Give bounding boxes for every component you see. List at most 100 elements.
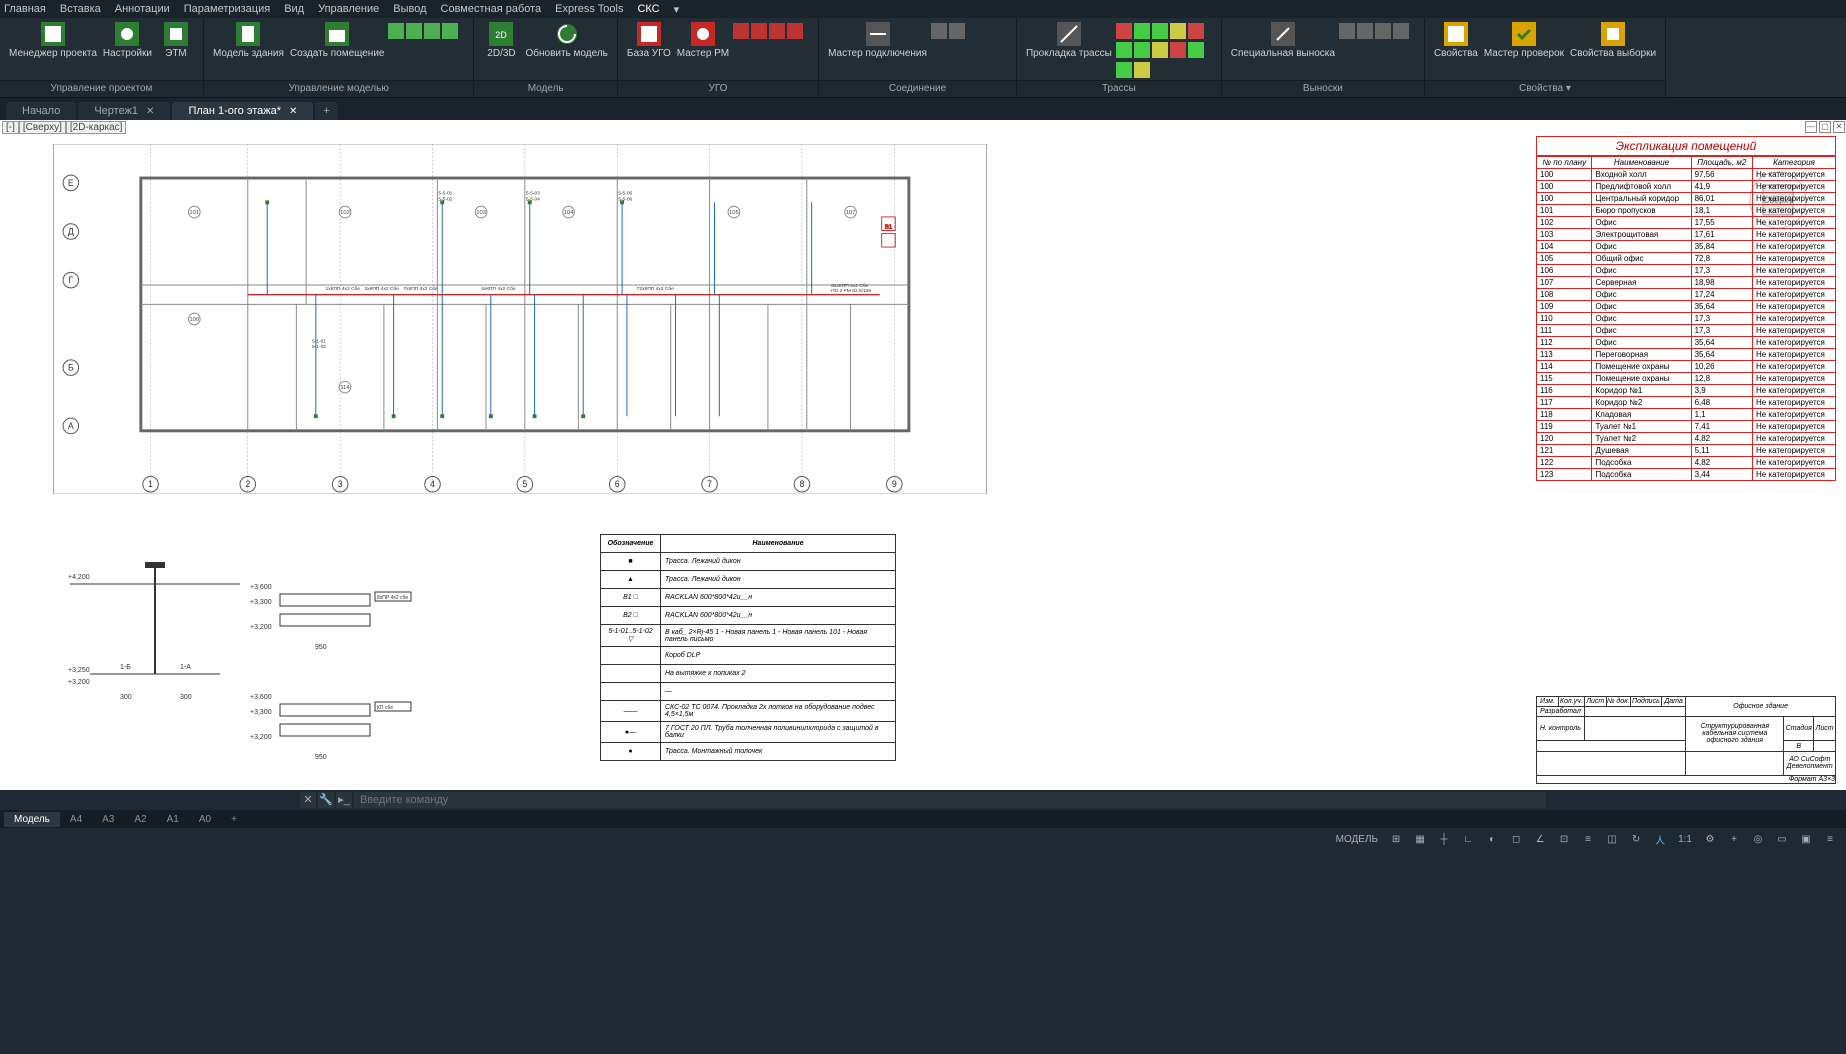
osnap-icon[interactable]: ◻ bbox=[1506, 830, 1526, 848]
table-row: 123Подсобка3,44Не категорируется bbox=[1537, 469, 1836, 481]
svg-text:+3,200: +3,200 bbox=[250, 624, 272, 631]
menu-item[interactable]: Вид bbox=[284, 3, 304, 15]
table-row: 103Электрощитовая17,61Не категорируется bbox=[1537, 229, 1836, 241]
svg-text:А: А bbox=[68, 421, 74, 431]
customize-icon[interactable]: ≡ bbox=[1820, 830, 1840, 848]
settings-button[interactable]: Настройки bbox=[103, 22, 152, 80]
ugo-base-button[interactable]: База УГО bbox=[627, 22, 671, 80]
plus-icon[interactable]: + bbox=[1724, 830, 1744, 848]
special-callout-button[interactable]: Специальная выноска bbox=[1231, 22, 1335, 80]
building-model-button[interactable]: Модель здания bbox=[213, 22, 284, 80]
command-bar: ✕ 🔧 ▸_ bbox=[0, 790, 1846, 810]
menu-item-active[interactable]: СКС bbox=[637, 3, 659, 15]
tab-add[interactable]: + bbox=[315, 102, 337, 120]
section-drawings: +4,200 1-Б1-А +3,250+3,200 300300 +3,600… bbox=[20, 554, 420, 784]
clean-icon[interactable]: ▣ bbox=[1796, 830, 1816, 848]
master-rm-button[interactable]: Мастер РМ bbox=[677, 22, 729, 80]
cmdbar-wrench-icon[interactable]: 🔧 bbox=[318, 792, 334, 808]
svg-text:5-5-05: 5-5-05 bbox=[618, 191, 632, 197]
annotation-icon[interactable]: 人 bbox=[1650, 830, 1670, 848]
cmdbar-close-icon[interactable]: ✕ bbox=[300, 792, 316, 808]
table-row: 5-1-01..5-1-02 ▽В каб_ 2×Rj-45 1 - Новая… bbox=[601, 625, 896, 647]
layout-tab[interactable]: A0 bbox=[189, 812, 221, 827]
close-icon[interactable]: ✕ bbox=[1833, 121, 1845, 133]
svg-text:8: 8 bbox=[800, 479, 805, 489]
menu-item[interactable]: Совместная работа bbox=[441, 3, 542, 15]
table-row: 106Офис17,3Не категорируется bbox=[1537, 265, 1836, 277]
status-model[interactable]: МОДЕЛЬ bbox=[1332, 834, 1382, 845]
table-row: 110Офис17,3Не категорируется bbox=[1537, 313, 1836, 325]
tab-start[interactable]: Начало bbox=[6, 102, 76, 120]
close-icon[interactable]: ✕ bbox=[289, 106, 297, 117]
menu-item[interactable]: Express Tools bbox=[555, 3, 623, 15]
panel-label: Модель bbox=[474, 80, 616, 97]
menu-item[interactable]: Управление bbox=[318, 3, 379, 15]
svg-text:+3,600: +3,600 bbox=[250, 584, 272, 591]
svg-text:72хКПП 4х2 Сбе: 72хКПП 4х2 Сбе bbox=[637, 286, 674, 292]
update-model-button[interactable]: Обновить модель bbox=[525, 22, 607, 80]
menu-item[interactable]: Аннотации bbox=[115, 3, 170, 15]
layout-tab[interactable]: A1 bbox=[157, 812, 189, 827]
status-scale[interactable]: 1:1 bbox=[1674, 834, 1696, 845]
trace-layout-button[interactable]: Прокладка трассы bbox=[1026, 22, 1112, 80]
gear-icon[interactable]: ⚙ bbox=[1700, 830, 1720, 848]
layout-tab-model[interactable]: Модель bbox=[4, 812, 60, 827]
tab-drawing1[interactable]: Чертеж1✕ bbox=[78, 102, 170, 120]
svg-text:2D: 2D bbox=[496, 30, 508, 40]
table-row: На вытяжке к попиках 2 bbox=[601, 665, 896, 683]
grid-icon[interactable]: ⊞ bbox=[1386, 830, 1406, 848]
small-tool-icons[interactable] bbox=[1338, 22, 1418, 80]
layout-tab-add[interactable]: + bbox=[221, 812, 247, 827]
selection-props-button[interactable]: Свойства выборки bbox=[1570, 22, 1656, 80]
panel-label[interactable]: Свойства ▾ bbox=[1425, 80, 1665, 97]
layout-tab[interactable]: A4 bbox=[60, 812, 92, 827]
tracking-icon[interactable]: ∠ bbox=[1530, 830, 1550, 848]
small-tool-icons[interactable] bbox=[1115, 22, 1215, 80]
layout-tabs: Модель A4 A3 A2 A1 A0 + bbox=[0, 810, 1846, 828]
etm-button[interactable]: ЭТМ bbox=[158, 22, 194, 80]
drawing-workspace[interactable]: [-][Сверху][2D-каркас] — ▢ ✕ Сверху bbox=[0, 120, 1846, 790]
menu-item[interactable]: Главная bbox=[4, 3, 46, 15]
cycling-icon[interactable]: ↻ bbox=[1626, 830, 1646, 848]
file-tabs: Начало Чертеж1✕ План 1-ого этажа*✕ + bbox=[0, 98, 1846, 120]
table-row: 107Серверная18,98Не категорируется bbox=[1537, 277, 1836, 289]
small-tool-icons[interactable] bbox=[732, 22, 812, 80]
svg-text:5-1-02: 5-1-02 bbox=[312, 344, 326, 350]
check-master-button[interactable]: Мастер проверок bbox=[1484, 22, 1564, 80]
panel-label: УГО bbox=[618, 80, 818, 97]
ortho-icon[interactable]: ∟ bbox=[1458, 830, 1478, 848]
transparency-icon[interactable]: ◫ bbox=[1602, 830, 1622, 848]
hardware-icon[interactable]: ▭ bbox=[1772, 830, 1792, 848]
viewport-controls[interactable]: [-][Сверху][2D-каркас] bbox=[2, 122, 126, 133]
command-input[interactable] bbox=[354, 792, 1546, 808]
layout-tab[interactable]: A2 bbox=[124, 812, 156, 827]
maximize-icon[interactable]: ▢ bbox=[1819, 121, 1831, 133]
small-tool-icons[interactable] bbox=[930, 22, 1010, 80]
svg-text:101: 101 bbox=[189, 210, 199, 216]
minimize-icon[interactable]: — bbox=[1805, 121, 1817, 133]
isolate-icon[interactable]: ◎ bbox=[1748, 830, 1768, 848]
polar-icon[interactable]: ◐ bbox=[1482, 830, 1502, 848]
small-tool-icons[interactable] bbox=[387, 22, 467, 80]
table-row: 117Коридор №26,48Не категорируется bbox=[1537, 397, 1836, 409]
grid-icon[interactable]: ▦ bbox=[1410, 830, 1430, 848]
layout-tab[interactable]: A3 bbox=[92, 812, 124, 827]
svg-text:+3,300: +3,300 bbox=[250, 599, 272, 606]
create-room-button[interactable]: Создать помещение bbox=[290, 22, 385, 80]
tab-plan-active[interactable]: План 1-ого этажа*✕ bbox=[172, 102, 313, 120]
snap-icon[interactable]: ┼ bbox=[1434, 830, 1454, 848]
project-manager-button[interactable]: Менеджер проекта bbox=[9, 22, 97, 80]
svg-text:4: 4 bbox=[430, 479, 435, 489]
menu-item[interactable]: Вставка bbox=[60, 3, 101, 15]
dynamic-icon[interactable]: ⊡ bbox=[1554, 830, 1574, 848]
svg-text:+3,300: +3,300 bbox=[250, 709, 272, 716]
menu-item[interactable]: Параметризация bbox=[184, 3, 270, 15]
lineweight-icon[interactable]: ≡ bbox=[1578, 830, 1598, 848]
2d3d-button[interactable]: 2D2D/3D bbox=[483, 22, 519, 80]
svg-text:103: 103 bbox=[476, 210, 486, 216]
connection-master-button[interactable]: Мастер подключения bbox=[828, 22, 927, 80]
menu-item[interactable]: Вывод bbox=[393, 3, 426, 15]
properties-button[interactable]: Свойства bbox=[1434, 22, 1478, 80]
menu-dropdown-icon[interactable]: ▾ bbox=[674, 3, 680, 16]
close-icon[interactable]: ✕ bbox=[146, 106, 154, 117]
